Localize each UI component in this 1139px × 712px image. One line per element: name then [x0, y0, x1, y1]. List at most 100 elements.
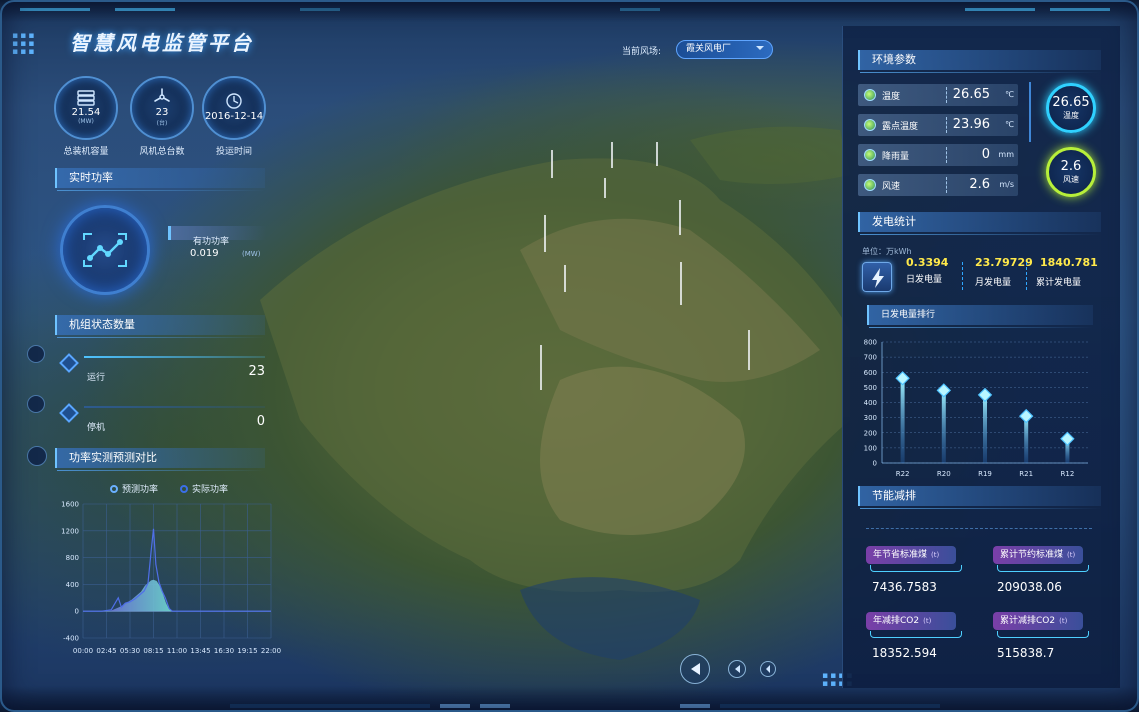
kpi-capacity: 21.54 (MW) 总装机容量 [51, 76, 121, 157]
energy-unit: (t) [1059, 617, 1068, 625]
kpi-turbines: 23 (台) 风机总台数 [127, 76, 197, 157]
legend-label: 预测功率 [122, 485, 159, 495]
play-back-icon [691, 663, 700, 675]
env-unit: ℃ [1005, 120, 1014, 129]
app-root: ▪▪▪ ▪▪▪ ▪▪▪ ▪▪▪▪ ▪▪▪▪ 智慧风电监管平台 当前风场: 霞关风电厂 … [0, 0, 1139, 712]
generation-unit-label: 单位：万kWh [862, 247, 912, 256]
kpi-label: 投运时间 [215, 147, 252, 157]
side-nav-button[interactable] [27, 446, 47, 466]
windspeed-gauge: 2.6 风速 [1046, 147, 1096, 197]
env-label: 降雨量 [882, 152, 910, 162]
bar-marker [1018, 408, 1034, 424]
top-bar-segment [620, 8, 660, 11]
energy-label: 累计减排CO2 [1000, 616, 1056, 626]
status-label: 停机 [87, 423, 106, 433]
env-unit: mm [998, 150, 1014, 159]
energy-value: 515838.7 [997, 646, 1055, 660]
status-value: 0 [256, 414, 265, 429]
clock-icon [226, 93, 242, 109]
y-tick-label: 100 [864, 444, 877, 452]
energy-unit: (t) [1067, 551, 1076, 559]
legend-forecast: 预测功率 [110, 482, 158, 495]
ranking-chart: 0 100 200 300 400 500 600 700 800 R22 R20 R19 R21 R12 [864, 339, 1088, 478]
forward-icon [766, 665, 770, 673]
top-bar-segment [1050, 8, 1110, 11]
env-separator [946, 117, 947, 133]
generation-divider [1026, 262, 1027, 290]
realtime-power-gauge [60, 205, 150, 295]
y-tick-label: 800 [864, 339, 877, 347]
bottom-bar [0, 686, 1139, 712]
farm-selector[interactable]: 霞关风电厂 [676, 40, 773, 59]
env-label: 温度 [882, 92, 901, 102]
side-nav-button[interactable] [27, 345, 45, 363]
energy-tag: 年节省标准煤 (t) [866, 546, 962, 572]
energy-unit: (t) [931, 551, 940, 559]
side-nav-button[interactable] [27, 395, 45, 413]
section-header-energy-saving: 节能减排 [858, 486, 1101, 509]
env-row-dewpoint: 露点温度 23.96 ℃ [858, 114, 1018, 136]
top-bar-segment [300, 8, 340, 11]
section-header-forecast: 功率实测预测对比 [55, 448, 265, 471]
section-header-realtime: 实时功率 [55, 168, 265, 191]
env-value: 0 [981, 147, 990, 162]
total-generation-value: 1840.781 [1040, 256, 1098, 269]
monthly-generation-value: 23.79729 [975, 256, 1033, 269]
kpi-value: 2016-12-14 [204, 111, 264, 122]
env-separator [946, 147, 947, 163]
legend-dot [180, 485, 188, 493]
play-back-button[interactable] [680, 654, 710, 684]
bar [941, 390, 946, 463]
x-tick-label: 13:45 [190, 647, 210, 655]
x-tick-label: R19 [978, 470, 992, 478]
x-tick-label: 16:30 [214, 647, 234, 655]
top-bar [0, 0, 1139, 22]
farm-selector-value: 霞关风电厂 [686, 44, 732, 54]
x-tick-label: 08:15 [143, 647, 163, 655]
bottom-bar-segment [680, 704, 710, 708]
kpi-value: 21.54 [71, 106, 101, 118]
y-tick-label: 1600 [61, 501, 79, 509]
env-divider [1029, 82, 1031, 142]
rewind-button[interactable] [728, 660, 746, 678]
y-tick-label: 500 [864, 384, 877, 392]
bar-marker [936, 383, 952, 398]
energy-label: 年节省标准煤 [873, 550, 928, 560]
energy-label: 累计节约标准煤 [1000, 550, 1064, 560]
env-value: 2.6 [969, 177, 990, 192]
kpi-label: 总装机容量 [63, 147, 109, 157]
y-tick-label: 600 [864, 369, 877, 377]
generation-divider [962, 262, 963, 290]
dots-decoration: ▪▪▪ ▪▪▪ ▪▪▪ [12, 31, 37, 57]
kpi-date: 2016-12-14 投运时间 [199, 76, 269, 157]
kpi-ring: 21.54 (MW) [54, 76, 118, 140]
bar [983, 394, 987, 463]
energy-value: 18352.594 [872, 646, 937, 660]
lightning-icon [862, 262, 892, 292]
server-icon [77, 89, 95, 106]
kpi-value: 23 [155, 106, 169, 118]
y-tick-label: 700 [864, 354, 877, 362]
x-tick-label: 11:00 [167, 647, 187, 655]
status-bar [84, 406, 265, 408]
legend-actual: 实际功率 [180, 482, 228, 495]
kpi-label: 风机总台数 [139, 147, 185, 157]
legend-dot [110, 485, 118, 493]
x-tick-label: 02:45 [96, 647, 116, 655]
kpi-ring: 2016-12-14 [202, 76, 266, 140]
top-bar-segment [965, 8, 1035, 11]
x-tick-label: 22:00 [261, 647, 281, 655]
active-power-value: 0.019 [190, 248, 219, 259]
kpi-unit: (MW) [78, 117, 94, 125]
energy-label: 年减排CO2 [873, 616, 920, 626]
env-label: 露点温度 [882, 122, 919, 132]
forward-button[interactable] [760, 661, 776, 677]
bottom-bar-segment [480, 704, 510, 708]
section-header-environment: 环境参数 [858, 50, 1101, 73]
kpi-unit: (台) [156, 119, 168, 127]
bar-marker [1060, 431, 1075, 447]
x-tick-label: R22 [896, 470, 910, 478]
env-icon [864, 89, 876, 101]
status-bar [84, 356, 265, 358]
kpi-ring: 23 (台) [130, 76, 194, 140]
